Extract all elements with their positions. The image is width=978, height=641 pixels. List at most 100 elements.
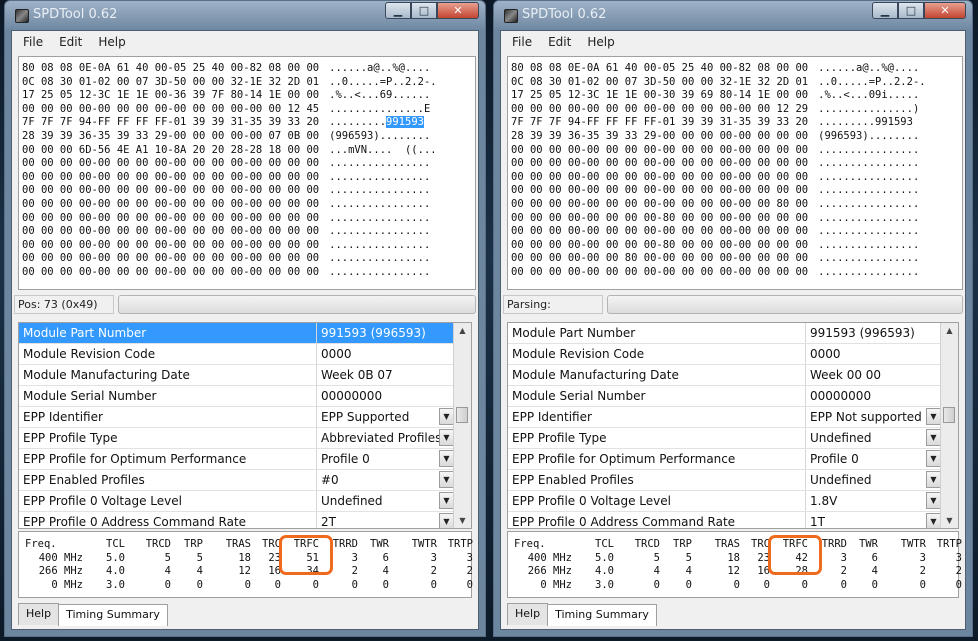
property-row[interactable]: EPP Profile Type Undefined ▼ [508,428,941,449]
scroll-up-icon[interactable]: ▲ [454,323,471,338]
dropdown-button[interactable]: ▼ [439,513,454,528]
menu-file[interactable]: File [504,35,540,49]
property-value[interactable]: EPP Not supported ▼ [806,407,941,427]
property-value[interactable]: Undefined ▼ [806,470,941,490]
property-row[interactable]: Module Serial Number 00000000 [19,386,454,407]
property-row[interactable]: EPP Profile 0 Address Command Rate 1T ▼ [508,512,941,528]
dropdown-button[interactable]: ▼ [926,513,941,528]
timing-cell: 5.0 [595,551,614,564]
window-title: SPDTool 0.62 [522,7,607,22]
dropdown-button[interactable]: ▼ [439,450,454,467]
property-value[interactable]: Undefined ▼ [806,428,941,448]
dropdown-button[interactable]: ▼ [926,450,941,467]
property-value[interactable]: Profile 0 ▼ [806,449,941,469]
scroll-down-icon[interactable]: ▼ [454,513,471,528]
property-row[interactable]: EPP Profile for Optimum Performance Profi… [508,449,941,470]
close-button[interactable]: ✕ [924,2,966,19]
maximize-button[interactable]: □ [411,2,437,19]
menu-edit[interactable]: Edit [51,35,90,49]
property-value[interactable]: 0000 [806,344,941,364]
property-row[interactable]: Module Part Number 991593 (996593) [508,323,941,344]
tab-help[interactable]: Help [507,603,549,625]
property-value[interactable]: 2T ▼ [317,512,454,528]
property-value[interactable]: 991593 (996593) [317,323,454,343]
property-row[interactable]: Module Revision Code 0000 [508,344,941,365]
ascii-text: ................ [818,170,920,183]
property-row[interactable]: EPP Profile 0 Voltage Level Undefined ▼ [19,491,454,512]
property-value[interactable]: 991593 (996593) [806,323,941,343]
property-value[interactable]: 0000 [317,344,454,364]
dropdown-button[interactable]: ▼ [926,429,941,446]
dropdown-button[interactable]: ▼ [926,471,941,488]
scroll-thumb[interactable] [456,407,468,423]
progress-bar [607,295,963,314]
timing-cell: 0 [685,578,692,591]
scroll-thumb[interactable] [943,407,955,423]
ascii-text: .%..<...09i..... [818,89,920,102]
maximize-button[interactable]: □ [898,2,924,19]
chevron-down-icon: ▼ [930,496,937,505]
dropdown-button[interactable]: ▼ [439,429,454,446]
property-row[interactable]: EPP Profile 0 Voltage Level 1.8V ▼ [508,491,941,512]
timing-header: TRCD [145,538,171,550]
property-name: EPP Identifier [508,407,806,427]
scroll-up-icon[interactable]: ▲ [941,323,958,338]
property-value[interactable]: Week 00 00 [806,365,941,385]
property-row[interactable]: EPP Identifier EPP Supported ▼ [19,407,454,428]
hex-bytes: 00 00 00 00-00 00 00 00-00 00 00 00-00 0… [22,197,320,210]
menu-help[interactable]: Help [579,35,622,49]
property-value[interactable]: 00000000 [806,386,941,406]
property-grid[interactable]: Module Part Number 991593 (996593) Module … [18,322,472,529]
tab-timing-summary[interactable]: Timing Summary [547,604,657,626]
tab-help[interactable]: Help [18,603,60,625]
close-button[interactable]: ✕ [437,2,479,19]
property-value[interactable]: Profile 0 ▼ [317,449,454,469]
hex-dump[interactable]: 80 08 08 0E-0A 61 40 00-05 25 40 00-82 0… [18,56,476,290]
tab-timing-summary[interactable]: Timing Summary [58,604,168,626]
property-row[interactable]: EPP Enabled Profiles Undefined ▼ [508,470,941,491]
property-row[interactable]: Module Part Number 991593 (996593) [19,323,454,344]
property-row[interactable]: EPP Profile 0 Address Command Rate 2T ▼ [19,512,454,528]
property-name: Module Part Number [19,323,317,343]
property-row[interactable]: Module Manufacturing Date Week 0B 07 [19,365,454,386]
hex-row: 00 00 00 00-00 00 00 00-00 00 00 00-00 0… [22,225,475,239]
vertical-scrollbar[interactable]: ▲ ▼ [940,323,958,528]
hex-ascii: ................ [818,252,919,264]
property-row[interactable]: EPP Profile for Optimum Performance Profi… [19,449,454,470]
property-grid[interactable]: Module Part Number 991593 (996593) Module … [507,322,959,529]
property-row[interactable]: EPP Enabled Profiles #0 ▼ [19,470,454,491]
dropdown-button[interactable]: ▼ [926,492,941,509]
menu-edit[interactable]: Edit [540,35,579,49]
menu-file[interactable]: File [15,35,51,49]
scroll-down-icon[interactable]: ▼ [941,513,958,528]
dropdown-button[interactable]: ▼ [439,492,454,509]
hex-row: 00 00 00 00-00 00 00 00-00 00 00 00-00 0… [511,157,962,171]
dropdown-button[interactable]: ▼ [926,408,941,425]
property-row[interactable]: EPP Profile Type Abbreviated Profiles ▼ [19,428,454,449]
property-value[interactable]: Undefined ▼ [317,491,454,511]
ascii-text: ................ [329,211,431,224]
property-value[interactable]: #0 ▼ [317,470,454,490]
property-row[interactable]: Module Revision Code 0000 [19,344,454,365]
property-row[interactable]: Module Serial Number 00000000 [508,386,941,407]
hex-dump[interactable]: 80 08 08 0E-0A 61 40 00-05 25 40 00-82 0… [507,56,963,290]
vertical-scrollbar[interactable]: ▲ ▼ [453,323,471,528]
property-name: Module Revision Code [19,344,317,364]
property-value[interactable]: EPP Supported ▼ [317,407,454,427]
minimize-button[interactable]: ▁ [872,2,898,19]
close-icon: ✕ [453,4,463,17]
menu-help[interactable]: Help [90,35,133,49]
dropdown-button[interactable]: ▼ [439,471,454,488]
property-row[interactable]: Module Manufacturing Date Week 00 00 [508,365,941,386]
dropdown-button[interactable]: ▼ [439,408,454,425]
timing-header: TRAS [225,538,251,550]
property-value[interactable]: Week 0B 07 [317,365,454,385]
property-row[interactable]: EPP Identifier EPP Not supported ▼ [508,407,941,428]
property-value[interactable]: 1.8V ▼ [806,491,941,511]
hex-ascii: ..0.....=P..2.2-. [329,76,436,88]
property-value[interactable]: 00000000 [317,386,454,406]
minimize-button[interactable]: ▁ [385,2,411,19]
property-value[interactable]: Abbreviated Profiles ▼ [317,428,454,448]
timing-header: TRP [184,538,203,550]
property-value[interactable]: 1T ▼ [806,512,941,528]
